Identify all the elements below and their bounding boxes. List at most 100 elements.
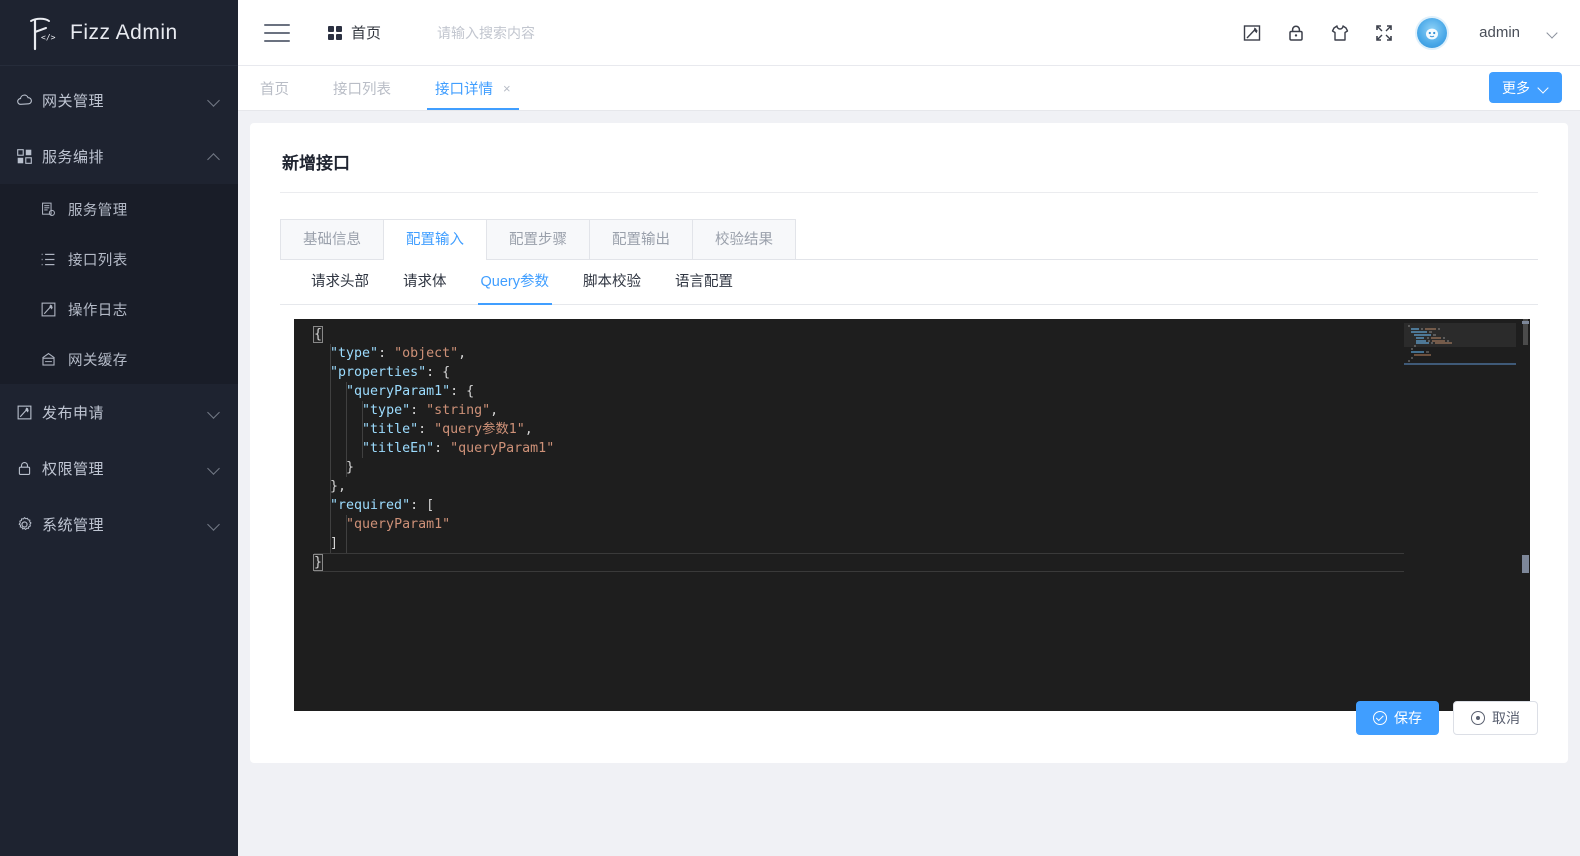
chevron-down-icon xyxy=(208,94,220,106)
save-button-label: 保存 xyxy=(1394,710,1422,726)
view-tab-label: 接口详情 xyxy=(435,81,493,98)
form-actions: 保存 取消 xyxy=(1356,701,1538,735)
sidebar-item-label: 权限管理 xyxy=(42,460,105,478)
avatar[interactable] xyxy=(1417,17,1448,48)
code-line: } xyxy=(312,553,1530,572)
code-token: "object" xyxy=(394,346,459,361)
subtab-language-config[interactable]: 语言配置 xyxy=(658,260,750,304)
minimap-slider[interactable] xyxy=(1404,323,1516,347)
code-line: }, xyxy=(314,477,1530,496)
tab-config-steps[interactable]: 配置步骤 xyxy=(486,219,590,259)
sidebar-item-operation-log[interactable]: 操作日志 xyxy=(0,284,238,334)
code-line: } xyxy=(314,458,1530,477)
hamburger-icon[interactable] xyxy=(264,23,290,42)
config-tabs: 基础信息 配置输入 配置步骤 配置输出 校验结果 xyxy=(280,219,1538,260)
sidebar-item-permission-management[interactable]: 权限管理 xyxy=(0,440,238,496)
fullscreen-icon[interactable] xyxy=(1373,22,1395,44)
editor-minimap[interactable] xyxy=(1404,319,1516,711)
code-token: : xyxy=(378,346,395,361)
code-token: "type" xyxy=(330,346,379,361)
sidebar-item-label: 发布申请 xyxy=(42,404,105,422)
sidebar-menu: 网关管理 服务编排 服务管理 接口列表 操作日志 网关缓存 发布申请 权限管理 … xyxy=(0,66,238,552)
sidebar-item-service-orchestration[interactable]: 服务编排 xyxy=(0,128,238,184)
view-tab-interface-list[interactable]: 接口列表 xyxy=(311,66,413,110)
tab-validation-result[interactable]: 校验结果 xyxy=(692,219,796,259)
code-token: : { xyxy=(426,365,451,380)
indent-guide xyxy=(346,515,348,553)
view-tab-label: 首页 xyxy=(260,81,289,98)
tab-basic-info[interactable]: 基础信息 xyxy=(280,219,384,259)
code-token: "queryParam1" xyxy=(450,441,555,456)
screen-edit-icon[interactable] xyxy=(1241,22,1263,44)
more-button[interactable]: 更多 xyxy=(1489,72,1562,103)
tabs-filler xyxy=(795,219,1538,260)
sidebar-item-publish-request[interactable]: 发布申请 xyxy=(0,384,238,440)
subtab-label: 请求体 xyxy=(403,274,447,290)
topbar: 首页 请输入搜索内容 admin xyxy=(238,0,1580,66)
gear-icon xyxy=(16,516,42,533)
sidebar-item-gateway-cache[interactable]: 网关缓存 xyxy=(0,334,238,384)
code-token: , xyxy=(524,422,533,437)
code-line: "properties": { xyxy=(314,363,1530,382)
app-root: </> Fizz Admin 网关管理 服务编排 服务管理 接口列表 操作日志 … xyxy=(0,0,1580,856)
search-box[interactable] xyxy=(437,16,758,50)
code-token: } xyxy=(312,554,324,571)
search-input[interactable] xyxy=(437,24,758,41)
user-name[interactable]: admin xyxy=(1479,24,1520,41)
publish-icon xyxy=(16,404,42,421)
code-line: "type": "string", xyxy=(314,401,1530,420)
code-token: : xyxy=(434,441,451,456)
sidebar-logo[interactable]: </> Fizz Admin xyxy=(0,0,238,66)
minimap-line xyxy=(1410,351,1425,354)
code-line: "queryParam1" xyxy=(314,515,1530,534)
sidebar-item-service-management[interactable]: 服务管理 xyxy=(0,184,238,234)
sidebar-item-system-management[interactable]: 系统管理 xyxy=(0,496,238,552)
cloud-icon xyxy=(16,92,42,109)
code-token: , xyxy=(490,403,499,418)
sidebar-submenu-service-orchestration: 服务管理 接口列表 操作日志 网关缓存 xyxy=(0,184,238,384)
close-circle-icon xyxy=(1471,711,1485,725)
tab-config-output[interactable]: 配置输出 xyxy=(589,219,693,259)
lock-icon[interactable] xyxy=(1285,22,1307,44)
scroll-decoration-mid xyxy=(1522,555,1529,573)
dashboard-grid-icon xyxy=(328,25,342,40)
server-settings-icon xyxy=(40,201,68,218)
sidebar-item-gateway-management[interactable]: 网关管理 xyxy=(0,72,238,128)
topbar-actions: admin xyxy=(1241,17,1580,48)
breadcrumb-label: 首页 xyxy=(351,25,382,42)
tab-label: 配置输入 xyxy=(406,232,464,248)
minimap-line xyxy=(1413,354,1432,356)
log-edit-icon xyxy=(40,301,68,318)
cancel-button[interactable]: 取消 xyxy=(1453,701,1538,735)
sidebar-item-label: 服务管理 xyxy=(68,202,128,219)
close-icon[interactable]: × xyxy=(503,81,511,96)
tab-label: 配置输出 xyxy=(612,232,670,248)
subtab-request-headers[interactable]: 请求头部 xyxy=(294,260,386,304)
sidebar-item-label: 接口列表 xyxy=(68,252,128,269)
view-tab-interface-detail[interactable]: 接口详情 × xyxy=(413,66,533,110)
minimap-selection-line xyxy=(1404,363,1516,365)
code-token: , xyxy=(458,346,467,361)
sidebar-item-interface-list[interactable]: 接口列表 xyxy=(0,234,238,284)
subtab-query-params[interactable]: Query参数 xyxy=(464,260,567,305)
tab-label: 校验结果 xyxy=(715,232,773,248)
subtab-label: Query参数 xyxy=(480,274,550,290)
code-token: "type" xyxy=(362,403,411,418)
theme-shirt-icon[interactable] xyxy=(1329,22,1351,44)
fizz-logo-icon: </> xyxy=(16,9,64,57)
save-button[interactable]: 保存 xyxy=(1356,701,1439,735)
tab-config-input[interactable]: 配置输入 xyxy=(383,219,487,260)
editor-vertical-scrollbar[interactable] xyxy=(1520,319,1530,711)
sidebar-logo-text: Fizz Admin xyxy=(70,20,178,44)
minimap-line xyxy=(1410,348,1414,351)
chevron-down-icon xyxy=(208,406,220,418)
code-line: "queryParam1": { xyxy=(314,382,1530,401)
breadcrumb[interactable]: 首页 xyxy=(328,22,381,43)
chevron-down-icon[interactable] xyxy=(1548,28,1558,38)
view-tab-home[interactable]: 首页 xyxy=(238,66,311,110)
code-text[interactable]: { "type": "object", "properties": { "que… xyxy=(294,319,1530,572)
json-code-editor[interactable]: { "type": "object", "properties": { "que… xyxy=(294,319,1530,711)
list-icon xyxy=(40,251,68,268)
subtab-request-body[interactable]: 请求体 xyxy=(386,260,464,304)
subtab-script-validation[interactable]: 脚本校验 xyxy=(566,260,658,304)
